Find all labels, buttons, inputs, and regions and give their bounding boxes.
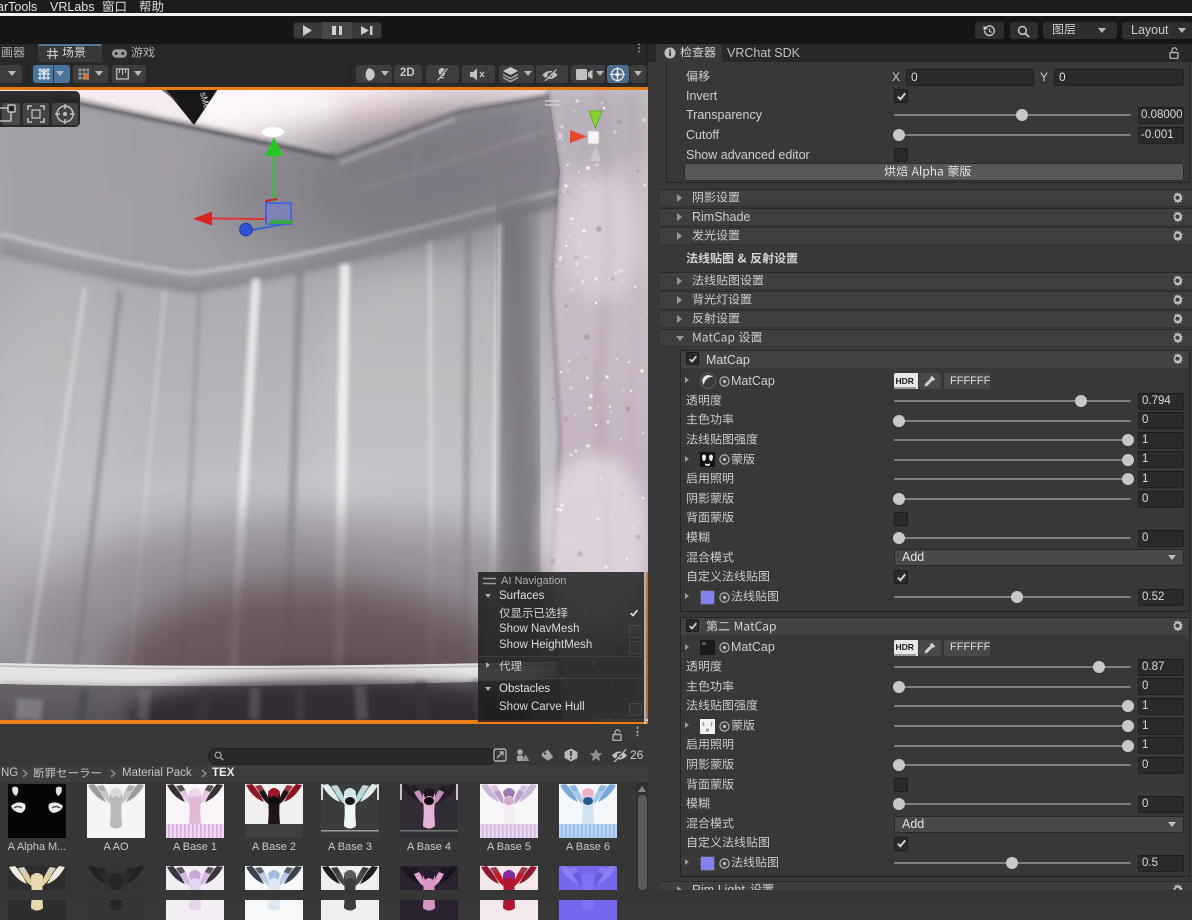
svg-text:X: X [557, 132, 563, 142]
